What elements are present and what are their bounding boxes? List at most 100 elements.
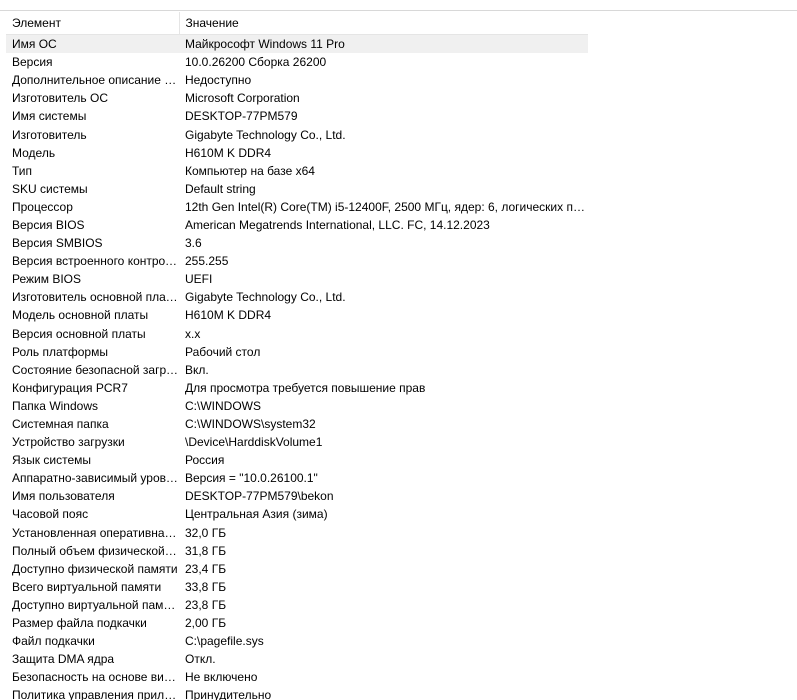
table-row[interactable]: Полный объем физической па... 31,8 ГБ: [6, 542, 588, 560]
table-row[interactable]: Устройство загрузки \Device\HarddiskVolum…: [6, 433, 588, 451]
column-header-value[interactable]: Значение: [179, 12, 588, 35]
row-item-value: Принудительно: [185, 688, 272, 700]
row-item-value: Для просмотра требуется повышение прав: [185, 380, 426, 395]
table-row[interactable]: Модель основной платы H610M K DDR4: [6, 306, 588, 324]
table-row[interactable]: Версия SMBIOS 3.6: [6, 234, 588, 252]
table-row[interactable]: Тип Компьютер на базе x64: [6, 162, 588, 180]
table-row[interactable]: Системная папка C:\WINDOWS\system32: [6, 415, 588, 433]
table-row[interactable]: Имя пользователя DESKTOP-77PM579\bekon: [6, 487, 588, 505]
row-item-value: C:\WINDOWS: [185, 398, 261, 413]
table-row[interactable]: Размер файла подкачки 2,00 ГБ: [6, 614, 588, 632]
empty-area: [588, 12, 797, 700]
table-row[interactable]: Модель H610M K DDR4: [6, 144, 588, 162]
row-item-name: Версия: [12, 55, 53, 70]
table-row[interactable]: Всего виртуальной памяти 33,8 ГБ: [6, 578, 588, 596]
row-item-name: Изготовитель: [12, 127, 87, 142]
table-row[interactable]: SKU системы Default string: [6, 180, 588, 198]
column-header-item[interactable]: Элемент: [6, 12, 180, 35]
row-item-value: 255.255: [185, 254, 229, 269]
row-item-name: Полный объем физической па...: [12, 543, 179, 558]
row-item-value: C:\pagefile.sys: [185, 634, 264, 649]
table-row[interactable]: Файл подкачки C:\pagefile.sys: [6, 632, 588, 650]
table-row[interactable]: Версия основной платы x.x: [6, 325, 588, 343]
table-body: Имя ОС Майкрософт Windows 11 Pro Версия 10.…: [6, 34, 588, 700]
row-item-name: Состояние безопасной загруз...: [12, 362, 179, 377]
row-item-value: 12th Gen Intel(R) Core(TM) i5-12400F, 25…: [185, 199, 588, 214]
row-item-value: 10.0.26200 Сборка 26200: [185, 55, 327, 70]
row-item-name: Системная папка: [12, 417, 109, 432]
row-item-name: SKU системы: [12, 181, 88, 196]
table-row[interactable]: Аппаратно-зависимый уровен... Версия = "1…: [6, 469, 588, 487]
table-row[interactable]: Политика управления прилож... Принудитель…: [6, 686, 588, 700]
table-row[interactable]: Процессор 12th Gen Intel(R) Core(TM) i5-1…: [6, 198, 588, 216]
row-item-name: Имя ОС: [6, 34, 179, 54]
row-item-value: Microsoft Corporation: [185, 91, 300, 106]
row-item-value: Откл.: [185, 652, 216, 667]
table-row[interactable]: Защита DMA ядра Откл.: [6, 650, 588, 668]
row-item-name: Изготовитель основной платы: [12, 290, 179, 305]
row-item-value: 2,00 ГБ: [185, 616, 227, 631]
row-item-value: Не включено: [185, 670, 258, 685]
table-row[interactable]: Изготовитель Gigabyte Technology Co., Ltd…: [6, 125, 588, 143]
row-item-value: Вкл.: [185, 362, 209, 377]
row-item-name: Роль платформы: [12, 344, 108, 359]
row-item-name: Версия SMBIOS: [12, 236, 103, 251]
row-item-value: \Device\HarddiskVolume1: [185, 435, 323, 450]
row-item-name: Имя пользователя: [12, 489, 115, 504]
table-row[interactable]: Конфигурация PCR7 Для просмотра требуется…: [6, 379, 588, 397]
row-item-value: 23,4 ГБ: [185, 561, 227, 576]
table-row[interactable]: Дополнительное описание ОС Недоступно: [6, 71, 588, 89]
table-row[interactable]: Имя системы DESKTOP-77PM579: [6, 107, 588, 125]
row-item-name: Безопасность на основе вирту...: [12, 670, 179, 685]
row-item-value: DESKTOP-77PM579: [185, 109, 298, 124]
row-item-name: Папка Windows: [12, 398, 98, 413]
table-row[interactable]: Версия 10.0.26200 Сборка 26200: [6, 53, 588, 71]
row-item-name: Часовой пояс: [12, 507, 89, 522]
table-row[interactable]: Режим BIOS UEFI: [6, 270, 588, 288]
table-row[interactable]: Изготовитель основной платы Gigabyte Tech…: [6, 288, 588, 306]
table-row[interactable]: Доступно физической памяти 23,4 ГБ: [6, 560, 588, 578]
table-row[interactable]: Версия встроенного контролл... 255.255: [6, 252, 588, 270]
row-item-value: American Megatrends International, LLC. …: [185, 217, 490, 232]
row-item-value: 31,8 ГБ: [185, 543, 227, 558]
row-item-name: Изготовитель ОС: [12, 91, 108, 106]
row-item-value: C:\WINDOWS\system32: [185, 417, 316, 432]
table-row[interactable]: Состояние безопасной загруз... Вкл.: [6, 361, 588, 379]
table-row[interactable]: Доступно виртуальной памяти 23,8 ГБ: [6, 596, 588, 614]
table-row[interactable]: Безопасность на основе вирту... Не включе…: [6, 668, 588, 686]
row-item-name: Процессор: [12, 199, 73, 214]
row-item-name: Версия встроенного контролл...: [12, 254, 179, 269]
row-item-name: Устройство загрузки: [12, 435, 125, 450]
row-item-value: Центральная Азия (зима): [185, 507, 328, 522]
row-item-name: Файл подкачки: [12, 634, 95, 649]
row-item-value: DESKTOP-77PM579\bekon: [185, 489, 334, 504]
row-item-value: 33,8 ГБ: [185, 579, 227, 594]
row-item-name: Язык системы: [12, 453, 91, 468]
row-item-name: Тип: [12, 163, 33, 178]
row-item-name: Дополнительное описание ОС: [12, 73, 179, 88]
row-item-name: Модель: [12, 145, 56, 160]
row-item-name: Всего виртуальной памяти: [12, 579, 162, 594]
table-row[interactable]: Установленная оперативная п... 32,0 ГБ: [6, 524, 588, 542]
row-item-value: Default string: [185, 181, 256, 196]
row-item-value: Россия: [185, 453, 225, 468]
row-item-name: Модель основной платы: [12, 308, 149, 323]
row-item-name: Доступно виртуальной памяти: [12, 597, 179, 612]
row-item-value: H610M K DDR4: [185, 308, 272, 323]
row-item-name: Аппаратно-зависимый уровен...: [12, 471, 179, 486]
table-row[interactable]: Роль платформы Рабочий стол: [6, 343, 588, 361]
table-row[interactable]: Папка Windows C:\WINDOWS: [6, 397, 588, 415]
row-item-value: Gigabyte Technology Co., Ltd.: [185, 290, 346, 305]
table-row[interactable]: Язык системы Россия: [6, 451, 588, 469]
column-header-row: Элемент Значение: [6, 12, 588, 35]
table-row[interactable]: Имя ОС Майкрософт Windows 11 Pro: [6, 34, 588, 54]
row-item-name: Доступно физической памяти: [12, 561, 178, 576]
table-row[interactable]: Изготовитель ОС Microsoft Corporation: [6, 89, 588, 107]
table-row[interactable]: Часовой пояс Центральная Азия (зима): [6, 505, 588, 523]
row-item-name: Версия BIOS: [12, 217, 85, 232]
row-item-value: Компьютер на базе x64: [185, 163, 315, 178]
table-row[interactable]: Версия BIOS American Megatrends Internati…: [6, 216, 588, 234]
row-item-name: Установленная оперативная п...: [12, 525, 179, 540]
row-item-name: Режим BIOS: [12, 272, 82, 287]
row-item-value: 32,0 ГБ: [185, 525, 227, 540]
